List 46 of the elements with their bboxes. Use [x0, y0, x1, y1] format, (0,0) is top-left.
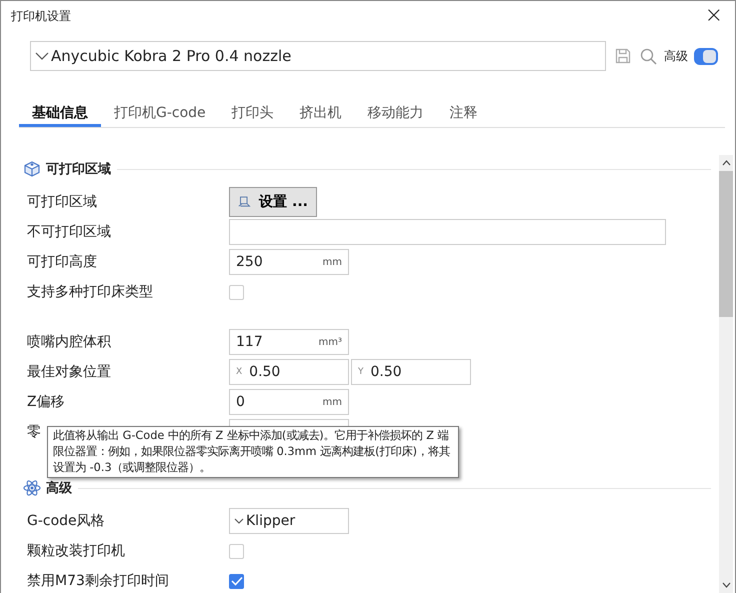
- chevron-down-icon: [234, 518, 244, 524]
- atom-icon: [23, 479, 41, 497]
- field-label: 支持多种打印床类型: [27, 283, 153, 301]
- tooltip: 此值将从输出 G-Code 中的所有 Z 坐标中添加(或减去)。它用于补偿损坏的 Z 端限位器置：例如，如果限位器零实际离开喷嘴 0.3mm 远离构建板(打印床)，将其设置为 -0.3（或调整限位器）。: [47, 426, 459, 478]
- tab[interactable]: 移动能力: [354, 101, 437, 127]
- checkbox[interactable]: [229, 574, 244, 588]
- field-label: G-code风格: [27, 512, 105, 530]
- section-title: 可打印区域: [46, 161, 111, 178]
- scroll-up-icon: [722, 160, 730, 166]
- dropdown[interactable]: Klipper: [229, 508, 349, 534]
- advanced-label: 高级: [664, 48, 688, 64]
- scroll-down-icon: [722, 582, 730, 588]
- section-title: 高级: [46, 480, 72, 497]
- tab[interactable]: 注释: [436, 101, 491, 127]
- field-label: 可打印高度: [27, 253, 97, 271]
- save-icon[interactable]: [615, 48, 631, 64]
- preset-dropdown[interactable]: Anycubic Kobra 2 Pro 0.4 nozzle: [30, 41, 606, 71]
- field-label: 可打印区域: [27, 193, 97, 211]
- field-label: Z偏移: [27, 393, 65, 411]
- input-field[interactable]: Y 0.50: [351, 359, 471, 385]
- cube-icon: [23, 160, 41, 178]
- input-field[interactable]: X 0.50: [229, 359, 349, 385]
- tab[interactable]: 打印机G-code: [101, 101, 219, 127]
- field-label: 喷嘴内腔体积: [27, 333, 111, 351]
- search-icon[interactable]: [640, 48, 657, 64]
- tab[interactable]: 基础信息: [19, 101, 101, 127]
- input-field[interactable]: 250 mm: [229, 249, 349, 275]
- input-field[interactable]: 117 mm³: [229, 329, 349, 355]
- field-label: 禁用M73剩余打印时间: [27, 572, 169, 590]
- field-label: 零: [27, 423, 41, 441]
- chevron-down-icon: [35, 52, 49, 60]
- input-field[interactable]: [229, 219, 666, 245]
- bed-icon: [238, 195, 252, 209]
- field-label: 最佳对象位置: [27, 363, 111, 381]
- field-label: 不可打印区域: [27, 223, 111, 241]
- advanced-toggle[interactable]: [694, 48, 718, 64]
- checkbox[interactable]: [229, 544, 244, 558]
- scrollbar[interactable]: [719, 155, 733, 593]
- window-title: 打印机设置: [11, 8, 71, 24]
- checkbox[interactable]: [229, 284, 244, 300]
- field-label: 颗粒改装打印机: [27, 542, 125, 560]
- input-field[interactable]: 0 mm: [229, 389, 349, 415]
- close-button[interactable]: ×: [700, 6, 727, 26]
- tab[interactable]: 打印头: [218, 101, 287, 127]
- settings-button[interactable]: 设置 ...: [229, 187, 317, 217]
- tab[interactable]: 挤出机: [286, 101, 355, 127]
